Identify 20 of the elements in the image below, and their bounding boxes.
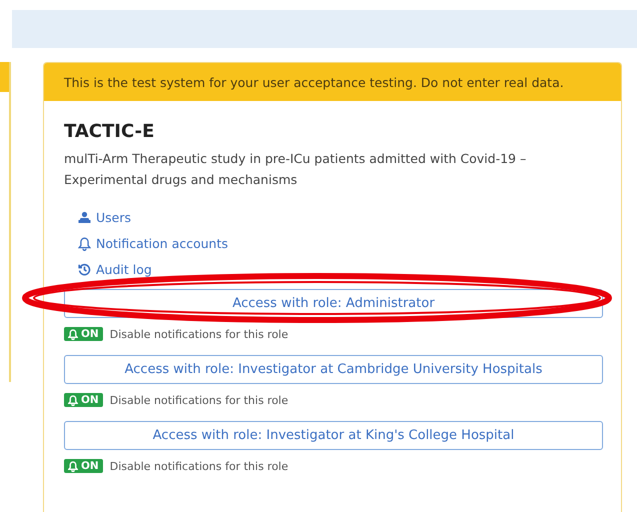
nav-link[interactable]: Users: [78, 210, 132, 225]
role-access-button[interactable]: Access with role: Investigator at Cambridge University Hospitals: [64, 355, 603, 384]
bell-icon: [68, 460, 78, 472]
users-icon: [78, 211, 91, 224]
notification-toggle-text[interactable]: Disable notifications for this role: [110, 460, 288, 472]
trial-title: TACTIC-E: [64, 121, 156, 142]
role-access-button[interactable]: Access with role: Investigator at King's College Hospital: [64, 421, 603, 450]
bell-icon: [68, 328, 78, 340]
bell-icon: [78, 236, 91, 250]
test-system-banner: This is the test system for your user acceptance testing. Do not enter real data.: [44, 63, 621, 101]
bell-icon: [68, 394, 78, 406]
notification-badge: ON: [64, 393, 103, 407]
nav-link[interactable]: Audit log: [78, 262, 152, 277]
notification-badge: ON: [64, 459, 103, 473]
notification-badge: ON: [64, 327, 103, 341]
notification-toggle-text[interactable]: Disable notifications for this role: [110, 328, 288, 340]
notification-toggle-text[interactable]: Disable notifications for this role: [110, 394, 288, 406]
nav-link[interactable]: Notification accounts: [78, 236, 228, 251]
history-icon: [78, 263, 91, 276]
trial-description: mulTi-Arm Therapeutic study in pre-ICu patients admitted with Covid-19 – Experimental drugs and mechanisms: [64, 150, 528, 189]
